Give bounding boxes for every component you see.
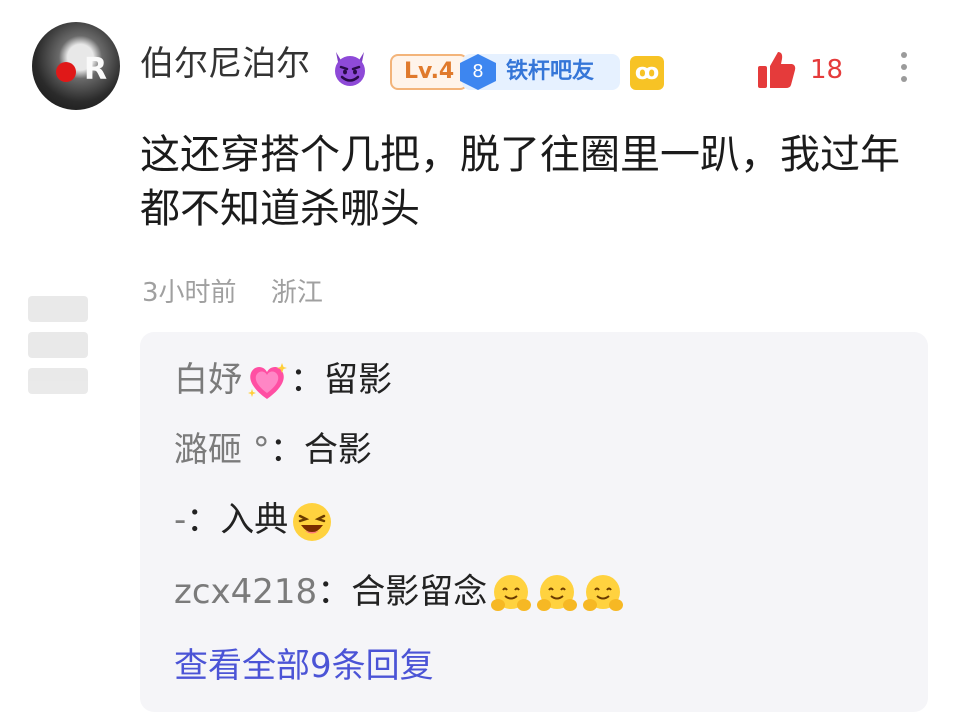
view-all-replies-link[interactable]: 查看全部9条回复: [174, 644, 434, 688]
reply-author[interactable]: -: [174, 500, 186, 540]
smiling-devil-icon: [335, 52, 365, 86]
reply-sep: ：: [317, 572, 352, 612]
reply-author[interactable]: 潞砸 °: [174, 430, 270, 470]
reply-item[interactable]: zcx4218：合影留念: [174, 570, 625, 616]
reply-text: 合影留念: [351, 572, 488, 612]
reply-sep: ：: [186, 500, 221, 540]
avatar[interactable]: R: [32, 22, 120, 110]
hugging-face-icon: [583, 574, 624, 611]
avatar-red-dot: [56, 62, 76, 82]
avatar-letter: R: [84, 52, 108, 87]
comment-time: 3小时前: [142, 278, 237, 308]
comment-text: 这还穿搭个几把，脱了往圈里一趴，我过年都不知道杀哪头: [140, 132, 900, 232]
reply-author[interactable]: 白妤: [174, 360, 242, 400]
tag-icon[interactable]: ꝏ: [630, 56, 664, 90]
thumbs-up-icon[interactable]: [754, 48, 798, 92]
hugging-face-icon: [491, 574, 532, 611]
member-badge[interactable]: 8 铁杆吧友: [460, 54, 620, 90]
reply-sep: ：: [269, 430, 304, 470]
username[interactable]: 伯尔尼泊尔: [140, 44, 310, 84]
laughing-face-icon: [293, 502, 332, 541]
reply-text: 入典: [220, 500, 289, 540]
reply-item[interactable]: -：入典: [174, 498, 334, 544]
comment-location: 浙江: [270, 278, 323, 308]
reply-text: 合影: [303, 430, 372, 470]
comment-meta: 3小时前 浙江: [142, 272, 349, 309]
member-badge-label: 铁杆吧友: [506, 59, 595, 84]
hugging-face-icon: [537, 574, 578, 611]
reply-item[interactable]: 白妤 ：留影: [174, 358, 392, 405]
level-badge[interactable]: Lv.4: [390, 54, 469, 90]
watermark: [28, 296, 88, 426]
sparkling-heart-icon: [248, 362, 287, 399]
reply-sep: ：: [290, 360, 324, 400]
reply-item[interactable]: 潞砸 °：合影: [174, 428, 372, 472]
member-level-icon: 8: [460, 54, 496, 90]
like-count: 18: [810, 55, 844, 85]
more-options-icon[interactable]: [892, 48, 916, 92]
reply-text: 留影: [324, 360, 392, 400]
reply-author[interactable]: zcx4218: [174, 572, 317, 612]
